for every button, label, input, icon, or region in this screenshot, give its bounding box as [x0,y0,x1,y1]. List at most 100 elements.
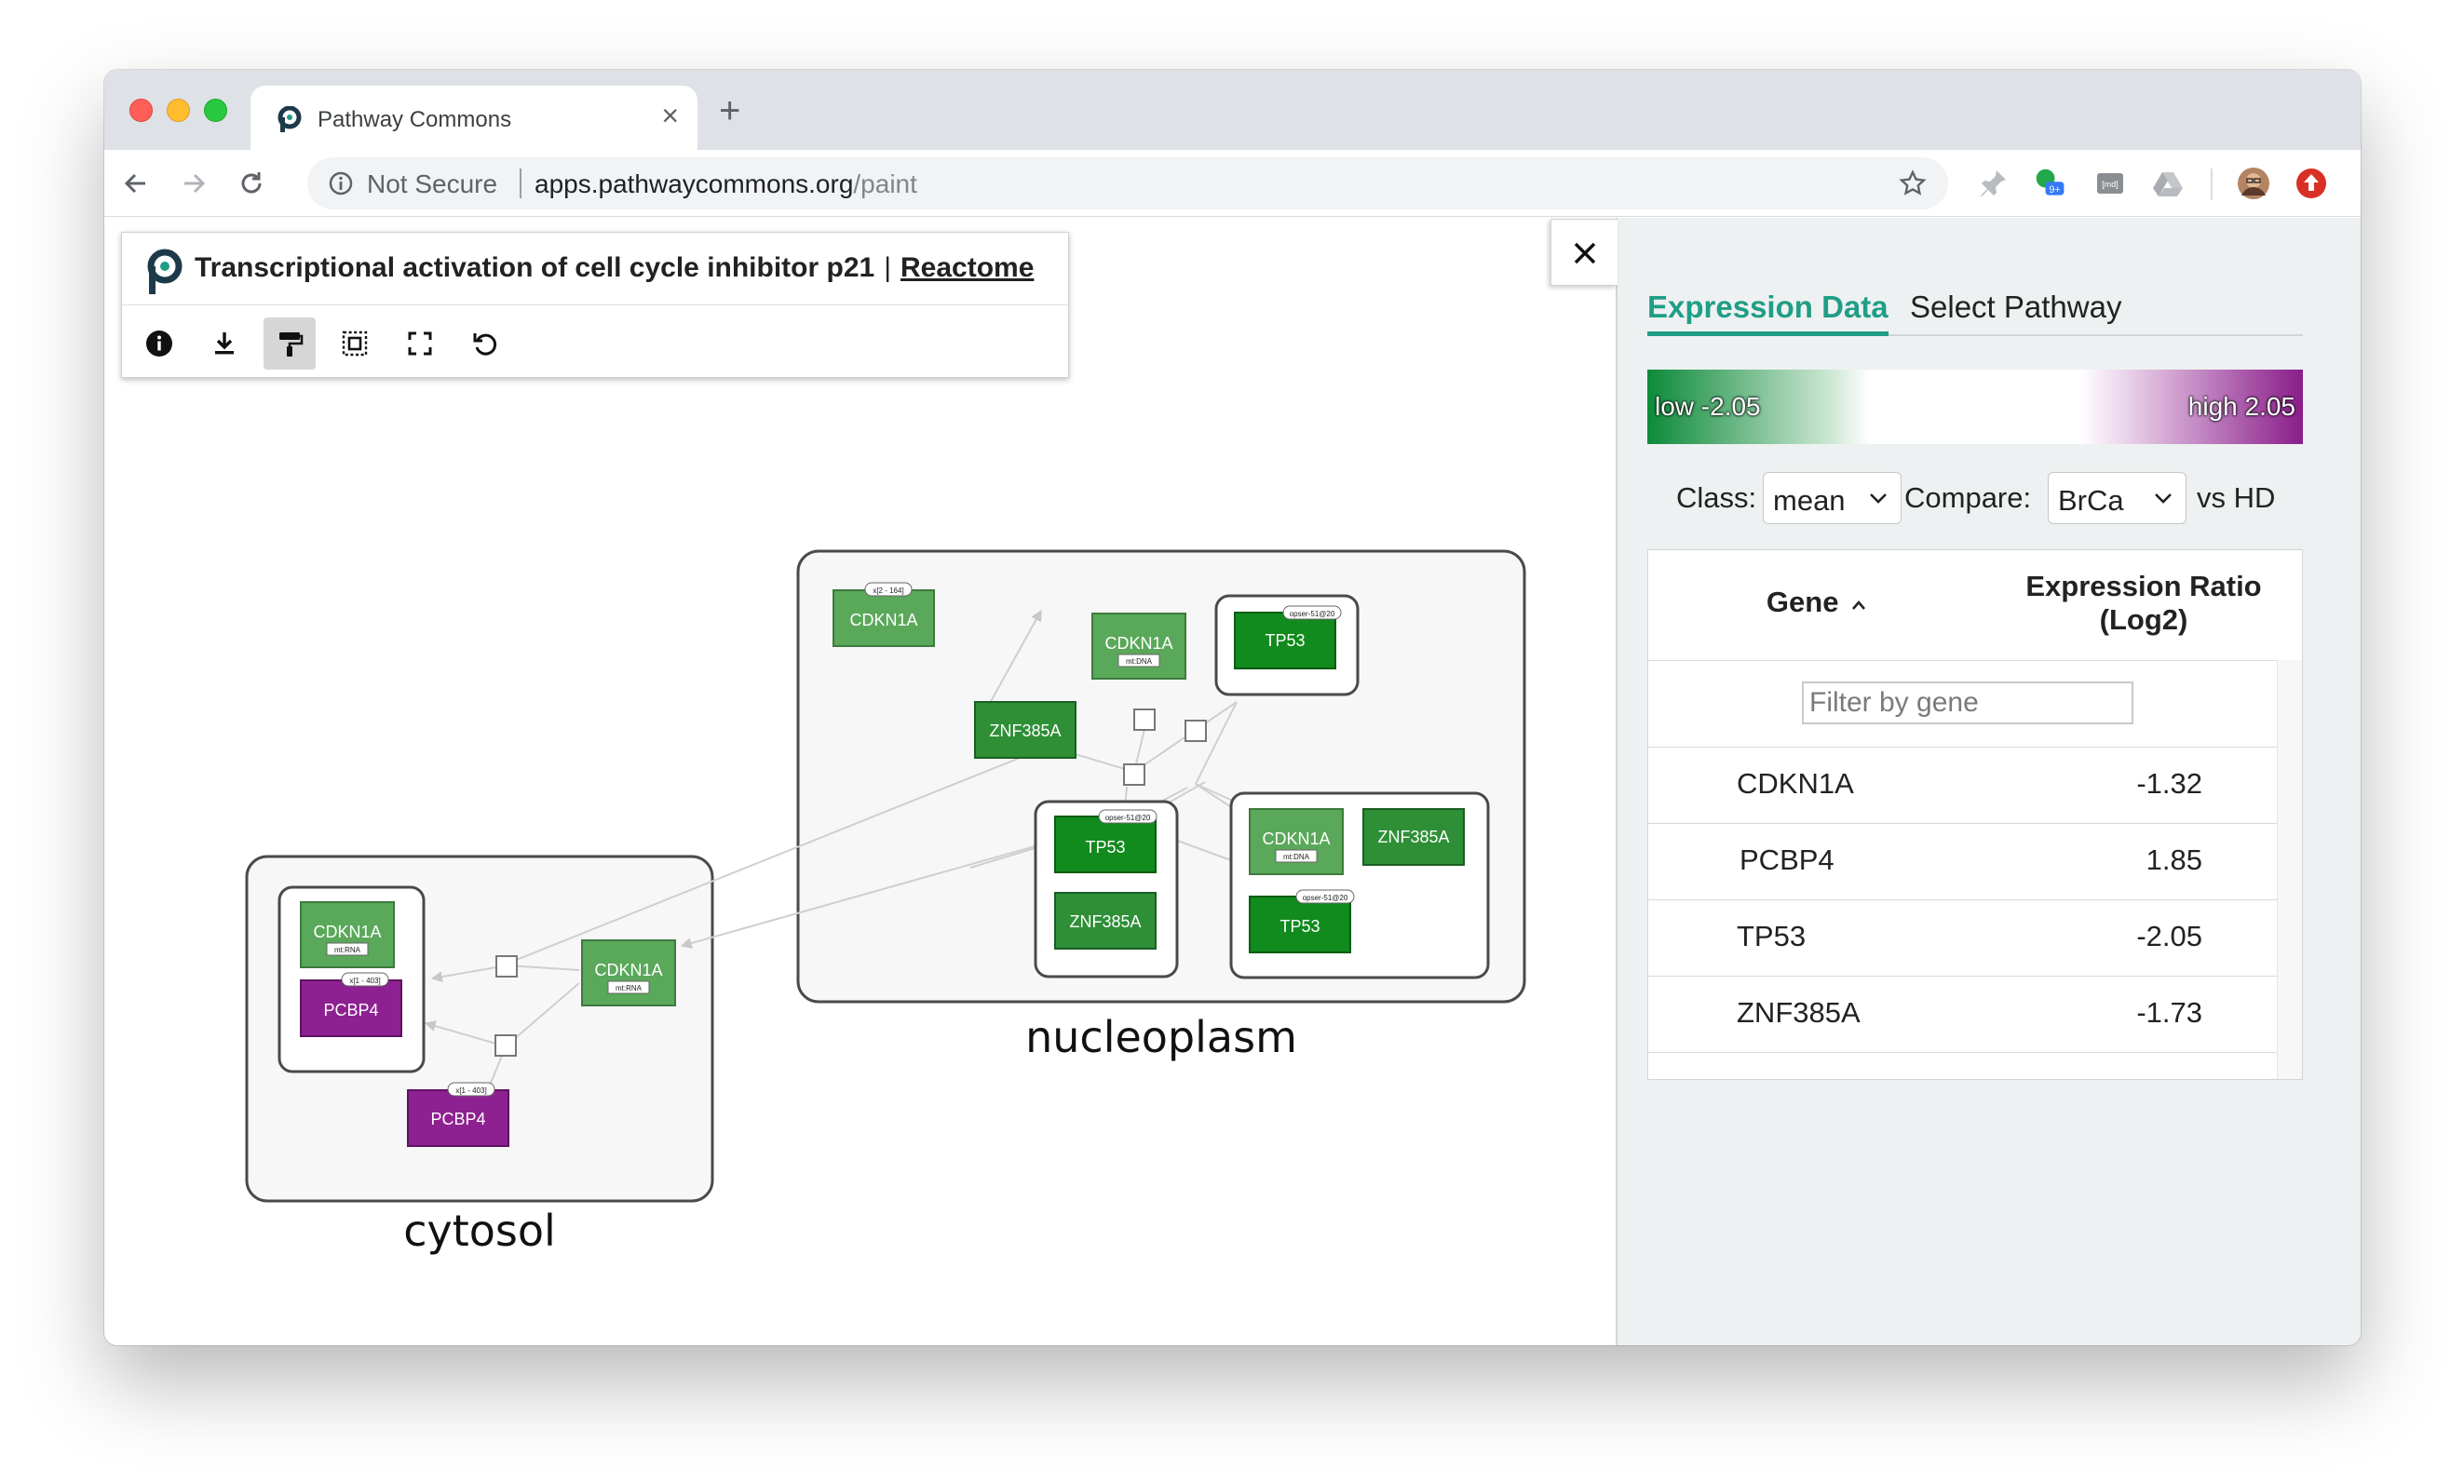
fullscreen-icon [408,331,432,356]
address-divider [520,169,521,198]
select-all-icon [342,331,368,357]
paint-roller-icon [279,332,304,357]
reload-icon[interactable] [235,167,268,200]
table-scrollbar[interactable] [2277,660,2302,1079]
svg-text:CDKN1A: CDKN1A [1262,830,1330,848]
drive-icon[interactable] [2151,167,2185,200]
profile-avatar[interactable] [2237,167,2270,200]
svg-text:TP53: TP53 [1085,838,1125,857]
fit-view-button[interactable] [394,317,446,370]
reset-button[interactable] [459,317,511,370]
info-icon [146,331,172,357]
vs-label: vs HD [2197,481,2276,514]
maximize-window-button[interactable] [204,99,227,122]
toolbar-divider [2211,169,2213,200]
update-arrow-icon[interactable] [2295,167,2328,200]
info-circle-icon[interactable] [328,170,354,196]
pin-icon[interactable] [1976,167,2010,200]
svg-text:TP53: TP53 [1265,631,1305,650]
address-bar[interactable]: Not Secure apps.pathwaycommons.org/paint [307,157,1948,209]
svg-text:mt:DNA: mt:DNA [1126,657,1153,666]
legend-low-label: low -2.05 [1655,392,1761,421]
svg-text:TP53: TP53 [1279,917,1320,936]
bookmark-star-icon[interactable] [1898,169,1928,198]
close-panel-button[interactable] [1550,219,1618,286]
close-icon [1574,242,1596,264]
gene-filter-input[interactable] [1802,681,2133,724]
browser-tab[interactable]: Pathway Commons × [250,86,697,150]
back-arrow-icon[interactable] [119,167,153,200]
paint-button[interactable] [264,317,316,370]
compare-select[interactable]: BrCa [2048,472,2186,524]
svg-text:CDKN1A: CDKN1A [594,961,662,979]
node-znf385a-free[interactable]: ZNF385A [974,701,1076,759]
info-button[interactable] [133,317,185,370]
svg-text:PCBP4: PCBP4 [323,1001,378,1019]
node-cdkn1a-rna-cytosol[interactable]: CDKN1A mt:RNA [581,939,676,1006]
table-row[interactable]: PCBP4 1.85 [1648,824,2277,900]
pathway-commons-favicon-icon [278,106,302,132]
markdown-extension-icon[interactable]: [md] [2093,167,2127,200]
expression-legend: low -2.05 high 2.05 [1647,370,2303,444]
svg-text:ZNF385A: ZNF385A [1377,828,1449,846]
tab-close-icon[interactable]: × [661,101,679,130]
reactome-link[interactable]: Reactome [900,252,1034,283]
svg-text:opser-51@20: opser-51@20 [1303,894,1348,902]
node-tp53-top[interactable]: TP53 opser-51@20 [1234,605,1342,669]
node-pcbp4-cytosol[interactable]: PCBP4 x[1 - 403] [407,1082,509,1147]
panel-tabs: Expression Data Select Pathway [1647,290,2303,336]
forward-arrow-icon[interactable] [177,167,210,200]
node-pcbp4-complex[interactable]: PCBP4 x[1 - 403] [300,972,402,1037]
extension-badge-icon[interactable]: 9+ [2034,167,2067,200]
pathway-header-card: Transcriptional activation of cell cycle… [121,232,1069,378]
tab-title: Pathway Commons [318,107,512,132]
node-cdkn1a-complex-b[interactable]: CDKN1A mt:DNA [1249,808,1344,875]
compartment-label-nucleoplasm: nucleoplasm [1025,1012,1297,1062]
tab-strip: Pathway Commons × + [104,70,2361,150]
sort-ascending-icon [1852,600,1866,610]
svg-text:mt:DNA: mt:DNA [1283,853,1310,861]
browser-window: Pathway Commons × + Not Secure apps.path… [104,70,2361,1345]
expression-controls: Class: mean Compare: BrCa vs HD [1676,472,2347,524]
reset-icon [473,333,497,356]
pathway-commons-logo-icon [147,249,183,294]
compare-label: Compare: [1904,481,2032,514]
node-cdkn1a-nucleoplasm[interactable]: CDKN1A x[2 - 164] [833,582,935,647]
select-all-button[interactable] [329,317,381,370]
new-tab-button[interactable]: + [719,92,740,129]
url-text[interactable]: apps.pathwaycommons.org/paint [535,169,917,199]
node-znf385a-complex-a[interactable]: ZNF385A [1054,892,1157,950]
security-label: Not Secure [367,169,498,198]
svg-text:ZNF385A: ZNF385A [989,722,1061,740]
svg-text:x[1 - 403]: x[1 - 403] [455,1086,486,1095]
tab-select-pathway[interactable]: Select Pathway [1910,290,2121,336]
expression-table: Gene Expression Ratio (Log2) CDKN1A -1.3… [1647,549,2303,1080]
node-znf385a-complex-b[interactable]: ZNF385A [1362,808,1465,866]
table-row[interactable]: CDKN1A -1.32 [1648,748,2277,824]
compartment-label-cytosol: cytosol [403,1206,556,1256]
table-row[interactable]: ZNF385A -1.73 [1648,977,2277,1053]
svg-text:[md]: [md] [2102,180,2119,189]
page-content: nucleoplasm cytosol CDKN1A x[2 - 164] CD… [104,218,2361,1345]
close-window-button[interactable] [129,99,153,122]
filter-row [1648,660,2277,748]
download-button[interactable] [198,317,250,370]
svg-text:x[1 - 403]: x[1 - 403] [349,977,380,985]
table-row[interactable]: TP53 -2.05 [1648,900,2277,977]
tab-expression-data[interactable]: Expression Data [1647,290,1889,336]
svg-text:PCBP4: PCBP4 [430,1110,485,1128]
chevron-down-icon [1870,493,1887,504]
node-tp53-complex-b[interactable]: TP53 opser-51@20 [1249,889,1355,953]
svg-text:mt:RNA: mt:RNA [616,984,643,992]
class-select[interactable]: mean [1763,472,1902,524]
node-tp53-complex-a[interactable]: TP53 opser-51@20 [1054,809,1158,873]
svg-text:x[2 - 164]: x[2 - 164] [873,587,903,595]
pathway-title: Transcriptional activation of cell cycle… [195,252,1035,283]
svg-text:CDKN1A: CDKN1A [849,611,917,629]
node-cdkn1a-dna[interactable]: CDKN1A mt:DNA [1091,613,1186,680]
node-cdkn1a-rna-complex[interactable]: CDKN1A mt:RNA [300,901,395,968]
pathway-graph[interactable]: nucleoplasm cytosol CDKN1A x[2 - 164] CD… [104,218,1613,1345]
download-icon [215,332,234,355]
minimize-window-button[interactable] [167,99,190,122]
header-divider [122,304,1068,305]
